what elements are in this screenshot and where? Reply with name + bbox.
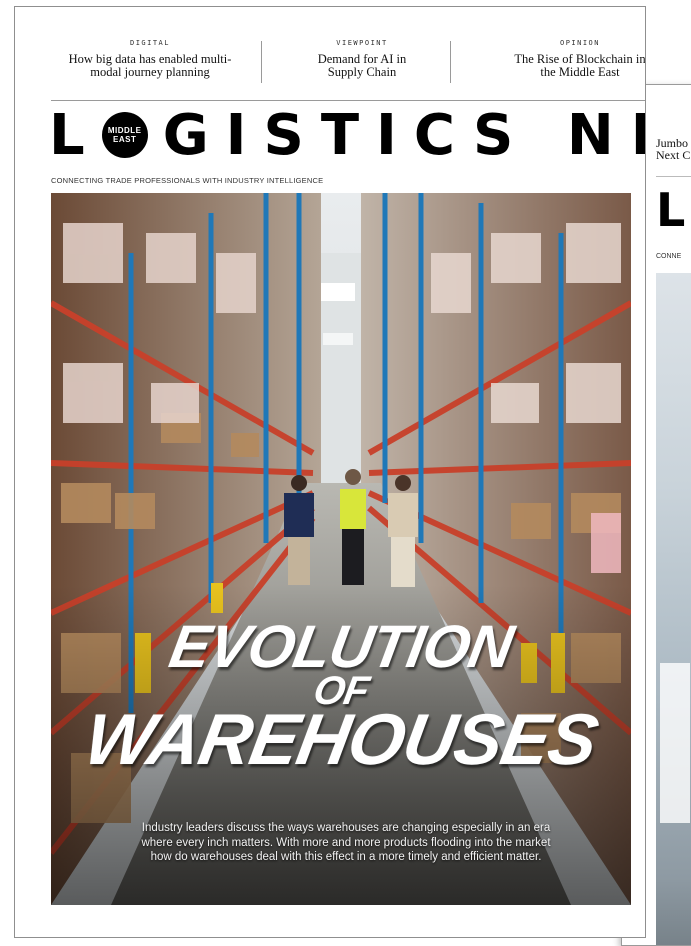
teaser-headline-line: the Middle East bbox=[540, 65, 620, 79]
back-tagline: CONNE bbox=[656, 253, 682, 260]
front-magazine-cover: DIGITAL How big data has enabled multi- … bbox=[14, 6, 646, 938]
blurb-line: how do warehouses deal with this effect … bbox=[150, 851, 542, 863]
teaser-headline: How big data has enabled multi- modal jo… bbox=[51, 53, 249, 79]
teaser-kicker: VIEWPOINT bbox=[336, 39, 388, 47]
cover-blurb: Industry leaders discuss the ways wareho… bbox=[101, 821, 591, 865]
blurb-line: Industry leaders discuss the ways wareho… bbox=[141, 822, 551, 834]
badge-text: EAST bbox=[113, 135, 137, 144]
logo-text: GISTICS NEWS bbox=[162, 103, 645, 168]
masthead-tagline: CONNECTING TRADE PROFESSIONALS WITH INDU… bbox=[51, 176, 324, 185]
teaser-digital: DIGITAL How big data has enabled multi- … bbox=[51, 39, 249, 79]
page: Jumbo Next C L CONNE DIGITAL How big dat… bbox=[0, 0, 691, 946]
cover-title-line: EVOLUTION bbox=[164, 613, 518, 680]
teaser-divider bbox=[261, 41, 262, 83]
middle-east-badge: MIDDLE EAST bbox=[101, 112, 148, 158]
back-teaser: Jumbo Next C bbox=[656, 137, 691, 161]
teaser-headline-line: modal journey planning bbox=[90, 65, 210, 79]
cover-title-line: WAREHOUSES bbox=[78, 700, 604, 780]
teaser-opinion: OPINION The Rise of Blockchain in the Mi… bbox=[495, 39, 645, 79]
teaser-kicker: OPINION bbox=[559, 39, 600, 47]
teaser-headline: The Rise of Blockchain in the Middle Eas… bbox=[495, 53, 645, 79]
teaser-headline-line: Supply Chain bbox=[327, 65, 397, 79]
warehouse-illustration bbox=[51, 193, 631, 905]
teaser-viewpoint: VIEWPOINT Demand for AI in Supply Chain bbox=[277, 39, 447, 79]
header-divider bbox=[51, 100, 645, 101]
back-divider bbox=[656, 176, 691, 177]
teaser-headline: Demand for AI in Supply Chain bbox=[277, 53, 447, 79]
back-teaser-line: Next C bbox=[656, 148, 691, 162]
badge-text: MIDDLE bbox=[107, 126, 142, 135]
back-logo: L bbox=[656, 183, 686, 237]
blurb-line: where every inch matters. With more and … bbox=[141, 836, 551, 849]
masthead-logo: LMIDDLEEASTGISTICS NEWS bbox=[49, 103, 645, 168]
back-cover-photo bbox=[656, 273, 691, 945]
logo-letter: L bbox=[49, 103, 102, 168]
cover-header: DIGITAL How big data has enabled multi- … bbox=[15, 7, 645, 103]
teaser-divider bbox=[450, 41, 451, 83]
cover-photo-warehouse: EVOLUTION OF WAREHOUSES Industry leaders… bbox=[51, 193, 631, 905]
teaser-kicker: DIGITAL bbox=[129, 39, 170, 47]
back-photo-highlight bbox=[660, 663, 690, 823]
